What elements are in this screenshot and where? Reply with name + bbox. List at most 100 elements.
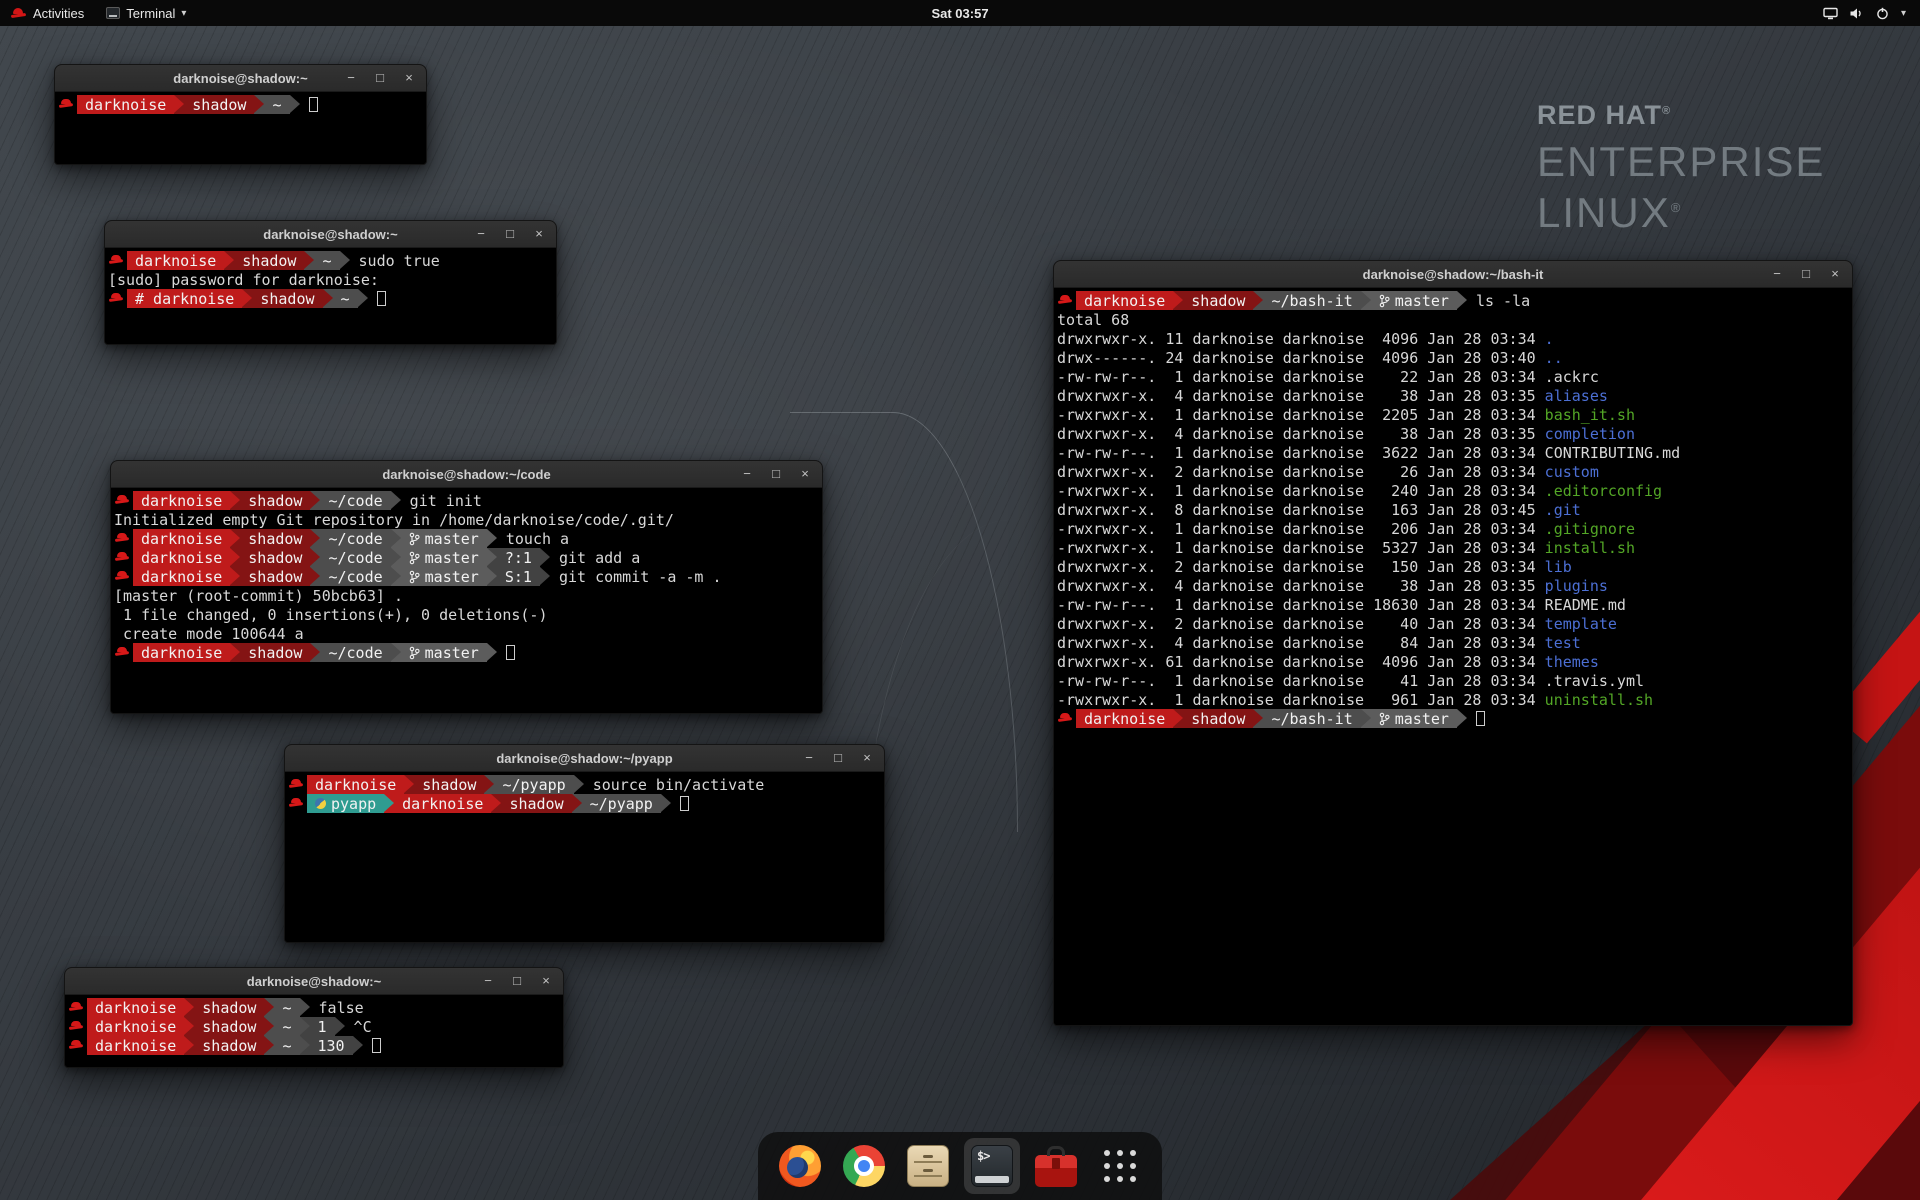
window-title: darknoise@shadow:~: [263, 227, 397, 242]
maximize-button[interactable]: □: [502, 226, 518, 242]
terminal-content[interactable]: darknoiseshadow~/pyapp source bin/activa…: [285, 772, 884, 942]
close-button[interactable]: ×: [538, 973, 554, 989]
terminal-line: 1 file changed, 0 insertions(+), 0 delet…: [114, 605, 822, 624]
minimize-button[interactable]: −: [801, 750, 817, 766]
window-titlebar[interactable]: darknoise@shadow:~ −□ ×: [55, 65, 426, 92]
maximize-button[interactable]: □: [372, 70, 388, 86]
prompt-segment-user: darknoise: [133, 529, 230, 548]
prompt-segment-user: darknoise: [127, 251, 224, 270]
powerline-arrow-icon: [184, 1017, 194, 1036]
terminal-content[interactable]: darknoiseshadow~: [55, 92, 426, 164]
window-titlebar[interactable]: darknoise@shadow:~−□×: [65, 968, 563, 995]
close-button[interactable]: ×: [797, 466, 813, 482]
window-titlebar[interactable]: darknoise@shadow:~/bash-it −□ ×: [1054, 261, 1852, 288]
terminal-content[interactable]: darknoiseshadow~/code git initInitialize…: [111, 488, 822, 713]
terminal-text: -rwxrwxr-x. 1 darknoise darknoise 206 Ja…: [1057, 519, 1545, 538]
prompt-segment-user: darknoise: [307, 775, 404, 794]
terminal-line: create mode 100644 a: [114, 624, 822, 643]
prompt-segment-user: darknoise: [133, 548, 230, 567]
minimize-button[interactable]: −: [480, 973, 496, 989]
prompt-segment-git: master: [1371, 291, 1457, 310]
window-titlebar[interactable]: darknoise@shadow:~ −□ ×: [105, 221, 556, 248]
terminal-line: drwxrwxr-x. 2 darknoise darknoise 40 Jan…: [1057, 614, 1852, 633]
terminal-window-home-2[interactable]: darknoise@shadow:~−□×darknoiseshadow~ fa…: [64, 967, 564, 1068]
powerline-arrow-icon: [572, 794, 582, 813]
terminal-text: lib: [1545, 557, 1572, 576]
toolbox-icon: [1035, 1155, 1077, 1187]
terminal-window-bash-it[interactable]: darknoise@shadow:~/bash-it−□×darknoisesh…: [1053, 260, 1853, 1026]
terminal-text: CONTRIBUTING.md: [1545, 443, 1680, 462]
close-button[interactable]: ×: [859, 750, 875, 766]
prompt-segment-path: ~/bash-it: [1263, 291, 1360, 310]
powerline-arrow-icon: [264, 1036, 274, 1055]
powerline-arrow-icon: [264, 1017, 274, 1036]
terminal-text: plugins: [1545, 576, 1608, 595]
maximize-button[interactable]: □: [1798, 266, 1814, 282]
git-branch-icon: [1379, 294, 1390, 308]
maximize-button[interactable]: □: [509, 973, 525, 989]
terminal-text: [master (root-commit) 50bcb63] .: [114, 586, 403, 605]
dock-item-toolbox[interactable]: [1028, 1138, 1084, 1194]
close-button[interactable]: ×: [401, 70, 417, 86]
dock-item-firefox[interactable]: [772, 1138, 828, 1194]
window-titlebar[interactable]: darknoise@shadow:~/pyapp−□×: [285, 745, 884, 772]
terminal-text: completion: [1545, 424, 1635, 443]
system-status-area[interactable]: ▾: [1809, 0, 1920, 26]
window-titlebar[interactable]: darknoise@shadow:~/code−□×: [111, 461, 822, 488]
activities-button[interactable]: Activities: [0, 0, 95, 26]
prompt-segment-git: master: [401, 548, 487, 567]
git-branch-icon: [409, 532, 420, 546]
close-button[interactable]: ×: [1827, 266, 1843, 282]
prompt-segment-path: ~/bash-it: [1263, 709, 1360, 728]
git-branch-icon: [409, 570, 420, 584]
maximize-button[interactable]: □: [768, 466, 784, 482]
terminal-window-sudo[interactable]: darknoise@shadow:~ −□ × darknoiseshadow~ su…: [104, 220, 557, 345]
powerline-arrow-icon: [310, 529, 320, 548]
minimize-button[interactable]: −: [473, 226, 489, 242]
prompt-segment-user: darknoise: [87, 998, 184, 1017]
minimize-button[interactable]: −: [739, 466, 755, 482]
terminal-window-home-1[interactable]: darknoise@shadow:~ −□ × darknoiseshadow~: [54, 64, 427, 165]
powerline-arrow-icon: [230, 567, 240, 586]
minimize-button[interactable]: −: [343, 70, 359, 86]
prompt-segment-git: master: [1371, 709, 1457, 728]
terminal-content[interactable]: darknoiseshadow~ sudo true[sudo] passwor…: [105, 248, 556, 344]
terminal-cursor: [506, 645, 515, 660]
terminal-text: -rwxrwxr-x. 1 darknoise darknoise 5327 J…: [1057, 538, 1545, 557]
prompt-segment-path: ~/code: [320, 643, 390, 662]
redhat-icon: [108, 254, 124, 267]
window-title: darknoise@shadow:~/bash-it: [1363, 267, 1544, 282]
terminal-content[interactable]: darknoiseshadow~/bash-itmaster ls -latot…: [1054, 288, 1852, 1025]
maximize-button[interactable]: □: [830, 750, 846, 766]
close-button[interactable]: ×: [531, 226, 547, 242]
powerline-arrow-icon: [487, 643, 497, 662]
window-title: darknoise@shadow:~: [173, 71, 307, 86]
dock-item-files[interactable]: [900, 1138, 956, 1194]
dock-item-chrome[interactable]: [836, 1138, 892, 1194]
terminal-cursor: [1476, 711, 1485, 726]
redhat-icon: [288, 778, 304, 791]
app-menu-terminal[interactable]: Terminal ▾: [95, 0, 197, 26]
prompt-segment-path: ~/code: [320, 567, 390, 586]
terminal-text: README.md: [1545, 595, 1626, 614]
terminal-text: drwxrwxr-x. 11 darknoise darknoise 4096 …: [1057, 329, 1545, 348]
dock-item-app-grid[interactable]: [1092, 1138, 1148, 1194]
powerline-arrow-icon: [310, 643, 320, 662]
minimize-button[interactable]: −: [1769, 266, 1785, 282]
terminal-window-pyapp[interactable]: darknoise@shadow:~/pyapp−□×darknoiseshad…: [284, 744, 885, 943]
prompt-segment-host: shadow: [1183, 291, 1253, 310]
terminal-window-code[interactable]: darknoise@shadow:~/code−□×darknoiseshado…: [110, 460, 823, 714]
prompt-segment-path: ~/code: [320, 491, 390, 510]
terminal-line: [sudo] password for darknoise:: [108, 270, 556, 289]
powerline-arrow-icon: [1361, 709, 1371, 728]
dock-item-terminal[interactable]: $>: [964, 1138, 1020, 1194]
powerline-arrow-icon: [254, 95, 264, 114]
prompt-segment-host: shadow: [240, 643, 310, 662]
terminal-text: -rw-rw-r--. 1 darknoise darknoise 3622 J…: [1057, 443, 1545, 462]
prompt-segment-path: ~: [333, 289, 358, 308]
terminal-content[interactable]: darknoiseshadow~ falsedarknoiseshadow~1 …: [65, 995, 563, 1067]
chrome-icon: [843, 1145, 885, 1187]
git-branch-icon: [1379, 712, 1390, 726]
clock[interactable]: Sat 03:57: [931, 6, 988, 21]
terminal-line: darknoiseshadow~/codemasterS:1 git commi…: [114, 567, 822, 586]
